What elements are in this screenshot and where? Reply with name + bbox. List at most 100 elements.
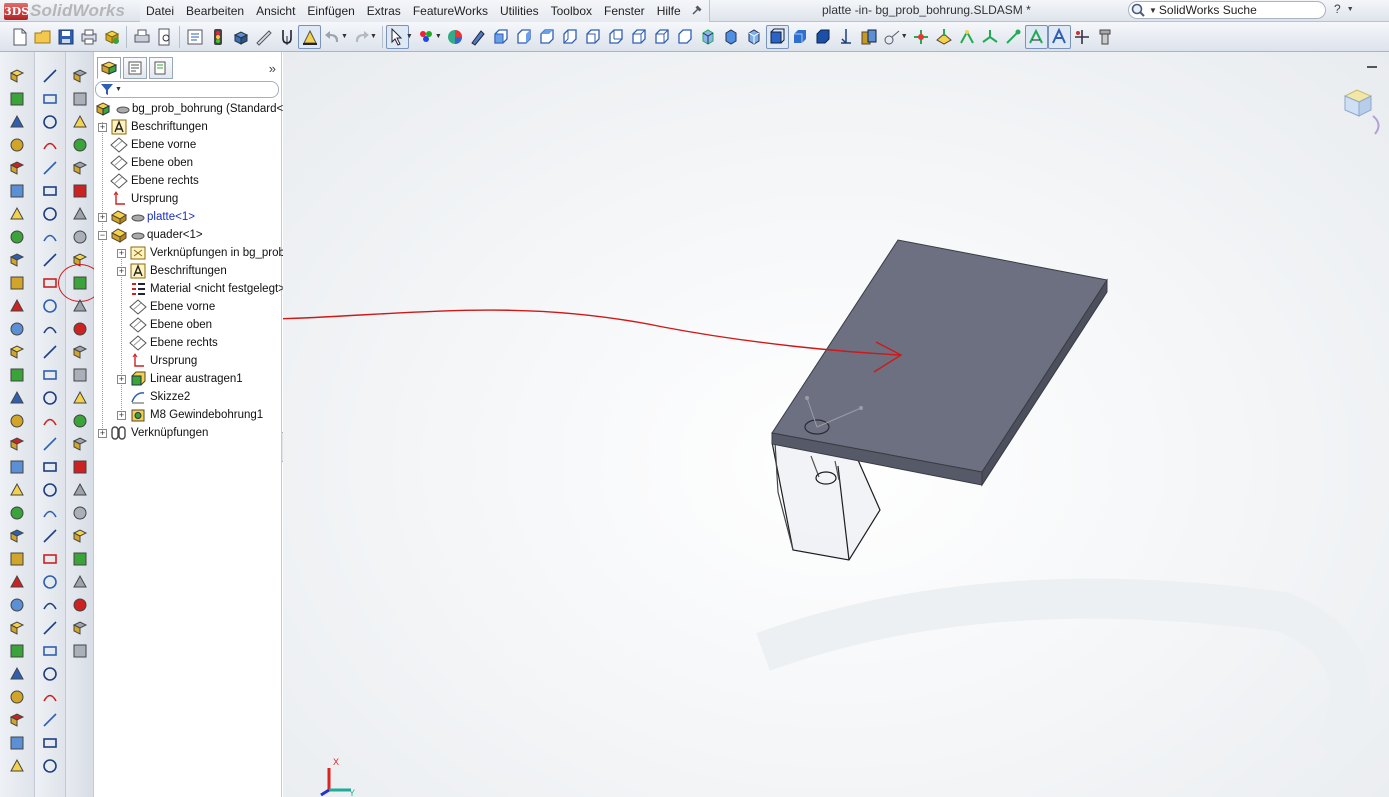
menu-utilities[interactable]: Utilities — [494, 0, 545, 22]
strip3-tool-19-icon[interactable] — [69, 478, 91, 501]
strip1-tool-24-icon[interactable] — [6, 593, 28, 616]
tree-item-ursprung[interactable]: Ursprung — [98, 190, 178, 208]
print-icon[interactable] — [130, 25, 153, 49]
strip3-tool-23-icon[interactable] — [69, 570, 91, 593]
strip3-tool-16-icon[interactable] — [69, 409, 91, 432]
section-view-icon[interactable] — [467, 25, 490, 49]
strip3-tool-5-icon[interactable] — [69, 156, 91, 179]
strip1-tool-1-icon[interactable] — [6, 64, 28, 87]
menu-extras[interactable]: Extras — [361, 0, 407, 22]
view-left-icon[interactable] — [536, 25, 559, 49]
strip1-tool-30-icon[interactable] — [6, 731, 28, 754]
tree-item-material[interactable]: Material <nicht festgelegt> — [117, 280, 285, 298]
strip1-tool-23-icon[interactable] — [6, 570, 28, 593]
tree-item-ebene-oben-2[interactable]: Ebene oben — [117, 316, 212, 334]
axes-toggle-icon[interactable] — [956, 25, 979, 49]
strip3-tool-6-icon[interactable] — [69, 179, 91, 202]
new-document-icon[interactable] — [8, 25, 31, 49]
menu-bearbeiten[interactable]: Bearbeiten — [180, 0, 250, 22]
strip1-tool-14-icon[interactable] — [6, 363, 28, 386]
assembly-mates-toggle-icon[interactable] — [1071, 25, 1094, 49]
print-setup-icon[interactable] — [77, 25, 100, 49]
strip1-tool-4-icon[interactable] — [6, 133, 28, 156]
strip2-tool-15-icon[interactable] — [39, 386, 61, 409]
strip3-tool-1-icon[interactable] — [69, 64, 91, 87]
tree-item-ebene-vorne[interactable]: Ebene vorne — [98, 136, 196, 154]
view-front-icon[interactable] — [490, 25, 513, 49]
points-icon[interactable] — [1002, 25, 1025, 49]
strip1-tool-21-icon[interactable] — [6, 524, 28, 547]
temp-axis-icon[interactable] — [979, 25, 1002, 49]
planes-toggle-icon[interactable] — [933, 25, 956, 49]
pin-icon[interactable] — [689, 4, 703, 18]
menu-hilfe[interactable]: Hilfe — [651, 0, 687, 22]
tree-item-ebene-vorne-2[interactable]: Ebene vorne — [117, 298, 215, 316]
expand-panel-icon[interactable]: » — [269, 61, 276, 76]
strip3-tool-15-icon[interactable] — [69, 386, 91, 409]
expand-icon[interactable]: + — [117, 410, 126, 420]
strip2-tool-28-icon[interactable] — [39, 685, 61, 708]
platte-body[interactable] — [771, 239, 1108, 487]
menu-featureworks[interactable]: FeatureWorks — [407, 0, 494, 22]
tree-item-beschriftungen-2[interactable]: + Beschriftungen — [117, 262, 227, 280]
view-isometric-icon[interactable] — [628, 25, 651, 49]
collapse-icon[interactable]: − — [98, 230, 107, 240]
save-icon[interactable] — [54, 25, 77, 49]
view-orientation-icon[interactable] — [858, 25, 881, 49]
strip2-tool-22-icon[interactable] — [39, 547, 61, 570]
shaded-icon[interactable] — [789, 25, 812, 49]
strip3-tool-12-icon[interactable] — [69, 317, 91, 340]
strip2-tool-17-icon[interactable] — [39, 432, 61, 455]
strip1-tool-11-icon[interactable] — [6, 294, 28, 317]
strip1-tool-3-icon[interactable] — [6, 110, 28, 133]
select-dropdown-icon[interactable]: ▼ — [406, 33, 413, 40]
redo-dropdown-icon[interactable]: ▼ — [370, 33, 377, 40]
tree-item-m8-gewindebohrung[interactable]: + M8 Gewindebohrung1 — [117, 406, 263, 424]
expand-icon[interactable]: + — [98, 122, 107, 132]
strip1-tool-28-icon[interactable] — [6, 685, 28, 708]
strip1-tool-13-icon[interactable] — [6, 340, 28, 363]
strip1-tool-17-icon[interactable] — [6, 432, 28, 455]
shadows-icon[interactable] — [812, 25, 835, 49]
expand-icon[interactable]: + — [98, 428, 107, 438]
strip2-tool-16-icon[interactable] — [39, 409, 61, 432]
strip2-tool-11-icon[interactable] — [39, 294, 61, 317]
strip2-tool-31-icon[interactable] — [39, 754, 61, 777]
strip3-tool-4-icon[interactable] — [69, 133, 91, 156]
strip1-tool-9-icon[interactable] — [6, 248, 28, 271]
menu-fenster[interactable]: Fenster — [598, 0, 651, 22]
strip1-tool-6-icon[interactable] — [6, 179, 28, 202]
strip2-tool-26-icon[interactable] — [39, 639, 61, 662]
view-top-icon[interactable] — [582, 25, 605, 49]
strip3-tool-13-icon[interactable] — [69, 340, 91, 363]
view-dimetric-icon[interactable] — [674, 25, 697, 49]
strip2-tool-25-icon[interactable] — [39, 616, 61, 639]
hidden-lines-visible-icon[interactable] — [720, 25, 743, 49]
annotations-toggle-icon[interactable] — [1047, 24, 1071, 49]
strip2-tool-19-icon[interactable] — [39, 478, 61, 501]
strip2-tool-24-icon[interactable] — [39, 593, 61, 616]
strip2-tool-18-icon[interactable] — [39, 455, 61, 478]
strip3-tool-18-icon[interactable] — [69, 455, 91, 478]
strip3-tool-8-icon[interactable] — [69, 225, 91, 248]
strip3-tool-2-icon[interactable] — [69, 87, 91, 110]
strip2-tool-20-icon[interactable] — [39, 501, 61, 524]
strip2-tool-21-icon[interactable] — [39, 524, 61, 547]
tree-item-verknuepfungen[interactable]: + Verknüpfungen — [98, 424, 208, 442]
strip3-tool-24-icon[interactable] — [69, 593, 91, 616]
undo-dropdown-icon[interactable]: ▼ — [341, 33, 348, 40]
tree-item-platte[interactable]: + platte<1> — [98, 208, 195, 226]
expand-icon[interactable]: + — [117, 248, 126, 258]
view-trimetric-icon[interactable] — [651, 25, 674, 49]
chevron-down-icon[interactable]: ▼ — [1149, 6, 1157, 15]
search-input[interactable]: SolidWorks Suche — [1159, 3, 1257, 17]
strip2-tool-27-icon[interactable] — [39, 662, 61, 685]
strip2-tool-9-icon[interactable] — [39, 248, 61, 271]
expand-icon[interactable]: + — [98, 212, 107, 222]
strip3-tool-22-icon[interactable] — [69, 547, 91, 570]
strip1-tool-8-icon[interactable] — [6, 225, 28, 248]
strip3-tool-25-icon[interactable] — [69, 616, 91, 639]
tree-item-skizze2[interactable]: Skizze2 — [117, 388, 190, 406]
print-preview-icon[interactable] — [153, 25, 176, 49]
strip3-tool-7-icon[interactable] — [69, 202, 91, 225]
